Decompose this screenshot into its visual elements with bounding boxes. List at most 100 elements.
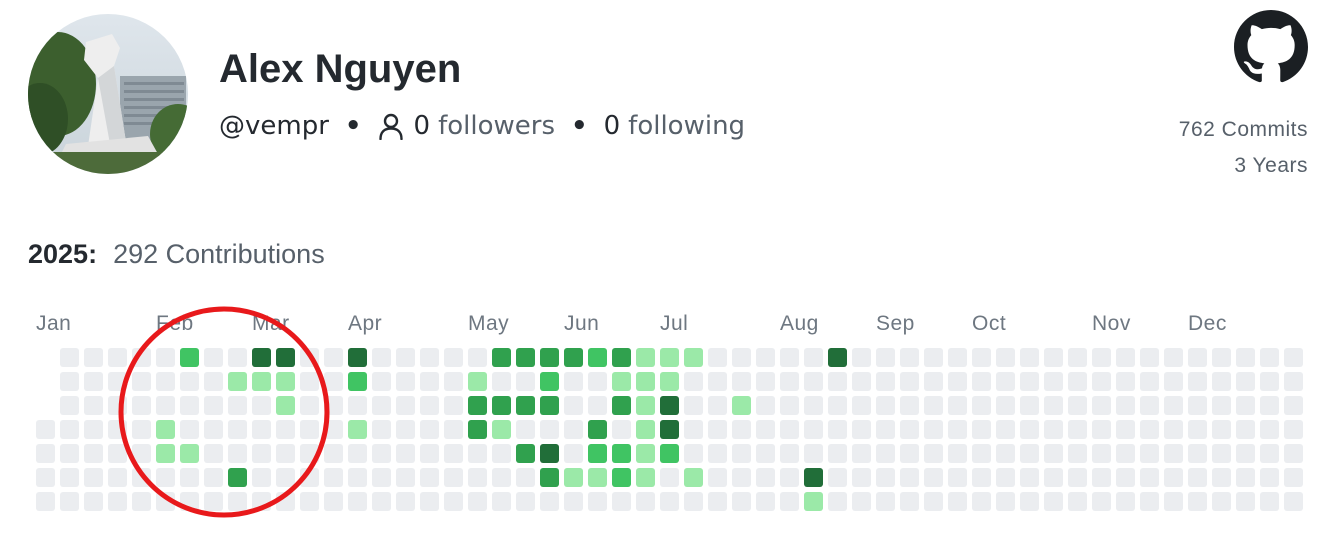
contribution-cell[interactable] xyxy=(1236,396,1255,415)
contribution-cell[interactable] xyxy=(156,468,175,487)
contribution-cell[interactable] xyxy=(780,396,799,415)
contribution-cell[interactable] xyxy=(732,348,751,367)
contribution-cell[interactable] xyxy=(924,396,943,415)
contribution-cell[interactable] xyxy=(756,420,775,439)
contribution-cell[interactable] xyxy=(1284,348,1303,367)
contribution-cell[interactable] xyxy=(1140,420,1159,439)
contribution-cell[interactable] xyxy=(828,468,847,487)
contribution-cell[interactable] xyxy=(348,348,367,367)
contribution-cell[interactable] xyxy=(1164,372,1183,391)
contribution-cell[interactable] xyxy=(396,444,415,463)
contribution-cell[interactable] xyxy=(756,492,775,511)
contribution-cell[interactable] xyxy=(468,420,487,439)
contribution-cell[interactable] xyxy=(1116,420,1135,439)
contribution-cell[interactable] xyxy=(636,396,655,415)
contribution-cell[interactable] xyxy=(852,444,871,463)
contribution-cell[interactable] xyxy=(492,348,511,367)
contribution-cell[interactable] xyxy=(900,348,919,367)
contribution-cell[interactable] xyxy=(636,492,655,511)
contribution-cell[interactable] xyxy=(252,396,271,415)
contribution-cell[interactable] xyxy=(660,348,679,367)
contribution-cell[interactable] xyxy=(996,372,1015,391)
contribution-cell[interactable] xyxy=(708,372,727,391)
contribution-cell[interactable] xyxy=(996,348,1015,367)
contribution-cell[interactable] xyxy=(1140,444,1159,463)
contribution-cell[interactable] xyxy=(1020,468,1039,487)
contribution-cell[interactable] xyxy=(228,468,247,487)
contribution-cell[interactable] xyxy=(924,420,943,439)
contribution-cell[interactable] xyxy=(132,348,151,367)
contribution-cell[interactable] xyxy=(900,372,919,391)
contribution-cell[interactable] xyxy=(516,420,535,439)
contribution-cell[interactable] xyxy=(660,372,679,391)
contribution-cell[interactable] xyxy=(804,492,823,511)
contribution-cell[interactable] xyxy=(60,420,79,439)
contribution-cell[interactable] xyxy=(420,444,439,463)
contribution-cell[interactable] xyxy=(972,348,991,367)
contribution-cell[interactable] xyxy=(1116,468,1135,487)
profile-handle[interactable]: @vempr xyxy=(219,111,329,141)
contribution-cell[interactable] xyxy=(60,468,79,487)
contribution-cell[interactable] xyxy=(732,396,751,415)
contribution-cell[interactable] xyxy=(324,468,343,487)
contribution-cell[interactable] xyxy=(228,348,247,367)
contribution-cell[interactable] xyxy=(732,444,751,463)
contribution-cell[interactable] xyxy=(972,372,991,391)
contribution-cell[interactable] xyxy=(564,444,583,463)
contribution-cell[interactable] xyxy=(372,444,391,463)
contribution-cell[interactable] xyxy=(156,372,175,391)
contribution-cell[interactable] xyxy=(948,372,967,391)
contribution-cell[interactable] xyxy=(564,348,583,367)
contribution-cell[interactable] xyxy=(204,348,223,367)
contribution-cell[interactable] xyxy=(276,492,295,511)
contribution-cell[interactable] xyxy=(588,396,607,415)
contribution-cell[interactable] xyxy=(1260,492,1279,511)
contribution-cell[interactable] xyxy=(1068,348,1087,367)
contribution-cell[interactable] xyxy=(732,468,751,487)
contribution-cell[interactable] xyxy=(660,468,679,487)
contribution-cell[interactable] xyxy=(60,348,79,367)
contribution-cell[interactable] xyxy=(276,468,295,487)
contribution-cell[interactable] xyxy=(420,348,439,367)
contribution-cell[interactable] xyxy=(756,444,775,463)
contribution-cell[interactable] xyxy=(516,444,535,463)
contribution-cell[interactable] xyxy=(684,396,703,415)
contribution-cell[interactable] xyxy=(180,396,199,415)
contribution-cell[interactable] xyxy=(204,396,223,415)
contribution-cell[interactable] xyxy=(1044,420,1063,439)
contribution-cell[interactable] xyxy=(1260,444,1279,463)
contribution-cell[interactable] xyxy=(1260,396,1279,415)
contribution-cell[interactable] xyxy=(1188,420,1207,439)
contribution-cell[interactable] xyxy=(924,492,943,511)
contribution-cell[interactable] xyxy=(708,420,727,439)
contribution-cell[interactable] xyxy=(1020,396,1039,415)
contribution-cell[interactable] xyxy=(588,372,607,391)
contribution-cell[interactable] xyxy=(660,444,679,463)
contribution-cell[interactable] xyxy=(612,372,631,391)
contribution-cell[interactable] xyxy=(1236,492,1255,511)
contribution-cell[interactable] xyxy=(900,468,919,487)
contribution-cell[interactable] xyxy=(1092,468,1111,487)
contribution-cell[interactable] xyxy=(372,372,391,391)
contribution-cell[interactable] xyxy=(276,444,295,463)
contribution-cell[interactable] xyxy=(396,348,415,367)
contribution-cell[interactable] xyxy=(1260,468,1279,487)
contribution-cell[interactable] xyxy=(1236,444,1255,463)
contribution-cell[interactable] xyxy=(708,348,727,367)
contribution-cell[interactable] xyxy=(1068,396,1087,415)
contribution-cell[interactable] xyxy=(1212,348,1231,367)
contribution-cell[interactable] xyxy=(516,396,535,415)
contribution-cell[interactable] xyxy=(300,396,319,415)
contribution-cell[interactable] xyxy=(876,468,895,487)
contribution-cell[interactable] xyxy=(1068,492,1087,511)
followers-link[interactable]: 0 followers xyxy=(414,111,555,141)
contribution-cell[interactable] xyxy=(1164,420,1183,439)
contribution-cell[interactable] xyxy=(972,444,991,463)
contribution-cell[interactable] xyxy=(204,372,223,391)
contribution-cell[interactable] xyxy=(180,444,199,463)
contribution-cell[interactable] xyxy=(1188,372,1207,391)
contribution-cell[interactable] xyxy=(444,348,463,367)
contribution-cell[interactable] xyxy=(1092,492,1111,511)
contribution-cell[interactable] xyxy=(828,444,847,463)
contribution-cell[interactable] xyxy=(84,348,103,367)
